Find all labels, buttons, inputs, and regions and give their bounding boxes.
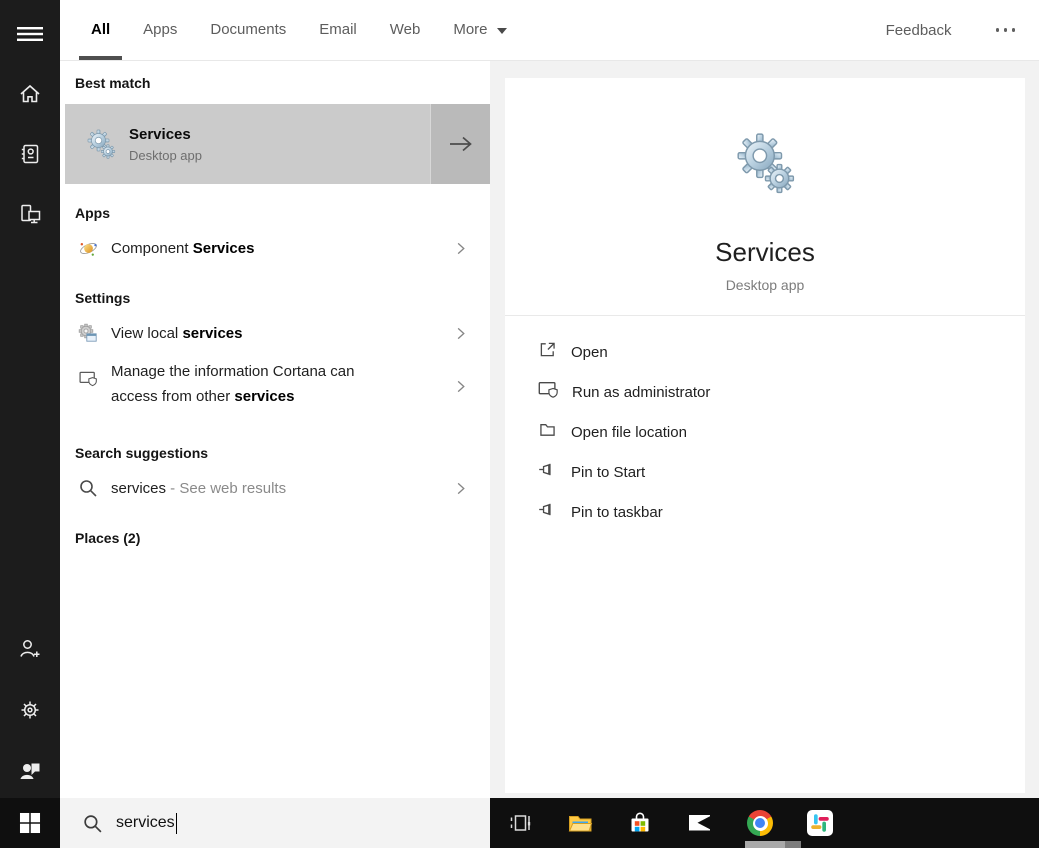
devices-button[interactable] xyxy=(0,190,60,238)
result-label: services - See web results xyxy=(111,480,286,497)
search-icon xyxy=(82,813,103,834)
user-photo-icon xyxy=(17,758,43,784)
expand-preview-button[interactable] xyxy=(430,104,490,184)
text-caret xyxy=(176,813,178,834)
action-label: Open xyxy=(571,344,608,361)
scrollbar-artifact-thumb xyxy=(785,841,801,848)
services-settings-icon xyxy=(78,323,98,343)
best-match-text: Services Desktop app xyxy=(129,126,202,163)
context-actions: Open Run as administrator Open file loca… xyxy=(505,332,1025,532)
folder-icon xyxy=(537,419,558,445)
chrome-icon xyxy=(747,810,773,836)
preview-pane: Services Desktop app Open xyxy=(490,61,1039,798)
search-results-panel: Best match Services Desktop app Apps xyxy=(60,61,490,798)
chevron-right-icon xyxy=(453,481,468,496)
slack-icon xyxy=(807,810,833,836)
action-label: Pin to taskbar xyxy=(571,504,663,521)
services-gears-icon xyxy=(85,128,117,160)
apps-header: Apps xyxy=(75,205,110,221)
gear-icon xyxy=(17,697,43,723)
divider xyxy=(505,315,1025,316)
notebook-button[interactable] xyxy=(0,130,60,178)
preview-hero: Services Desktop app xyxy=(505,78,1025,293)
chevron-right-icon xyxy=(453,241,468,256)
search-input[interactable]: services xyxy=(60,798,490,848)
result-label: Component Services xyxy=(111,240,254,257)
best-match-header: Best match xyxy=(75,75,150,91)
windows-search-flyout: All Apps Documents Email Web More Feedba… xyxy=(0,0,1039,848)
file-explorer-button[interactable] xyxy=(550,798,610,848)
store-button[interactable] xyxy=(610,798,670,848)
store-icon xyxy=(626,809,654,837)
add-account-button[interactable] xyxy=(0,625,60,673)
devices-icon xyxy=(17,201,44,228)
home-button[interactable] xyxy=(0,70,60,118)
arrow-right-icon xyxy=(447,133,475,155)
tab-more-label: More xyxy=(453,21,487,38)
action-run-as-administrator[interactable]: Run as administrator xyxy=(505,372,1025,412)
action-pin-to-start[interactable]: Pin to Start xyxy=(505,452,1025,492)
action-open[interactable]: Open xyxy=(505,332,1025,372)
start-button[interactable] xyxy=(0,798,60,848)
mail-button[interactable] xyxy=(670,798,730,848)
file-explorer-icon xyxy=(566,809,594,837)
search-icon xyxy=(78,478,98,498)
hamburger-icon xyxy=(15,19,45,49)
topbar-right: Feedback xyxy=(886,0,1039,60)
mail-icon xyxy=(686,809,714,837)
tab-email[interactable]: Email xyxy=(319,0,357,60)
result-label: View local services xyxy=(111,325,243,342)
services-gears-icon xyxy=(732,130,798,196)
preview-card: Services Desktop app Open xyxy=(505,78,1025,793)
tab-web[interactable]: Web xyxy=(390,0,421,60)
best-match-subtitle: Desktop app xyxy=(129,148,202,163)
home-icon xyxy=(17,81,43,107)
result-view-local-services[interactable]: View local services xyxy=(60,309,490,357)
search-input-value: services xyxy=(116,814,175,832)
pin-icon xyxy=(537,459,558,485)
hamburger-menu-button[interactable] xyxy=(0,10,60,58)
result-web-suggestion-services[interactable]: services - See web results xyxy=(60,464,490,512)
shield-monitor-icon xyxy=(537,379,559,406)
chevron-down-icon xyxy=(497,28,507,34)
tab-more[interactable]: More xyxy=(453,0,506,60)
result-cortana-manage-info[interactable]: Manage the information Cortana can acces… xyxy=(60,359,490,425)
tab-apps[interactable]: Apps xyxy=(143,0,177,60)
action-open-file-location[interactable]: Open file location xyxy=(505,412,1025,452)
result-component-services[interactable]: Component Services xyxy=(60,224,490,272)
open-icon xyxy=(537,339,558,365)
chevron-right-icon xyxy=(453,326,468,341)
preview-app-title: Services xyxy=(505,237,1025,268)
user-pictures-button[interactable] xyxy=(0,747,60,795)
search-filter-bar: All Apps Documents Email Web More Feedba… xyxy=(60,0,1039,61)
scrollbar-artifact xyxy=(745,841,785,848)
filter-tabs: All Apps Documents Email Web More xyxy=(60,0,540,60)
action-label: Open file location xyxy=(571,424,687,441)
action-label: Run as administrator xyxy=(572,384,710,401)
tab-all[interactable]: All xyxy=(91,0,110,60)
action-label: Pin to Start xyxy=(571,464,645,481)
start-left-rail xyxy=(0,0,60,798)
pin-icon xyxy=(537,499,558,525)
task-view-button[interactable] xyxy=(490,798,550,848)
preview-app-subtitle: Desktop app xyxy=(505,277,1025,293)
component-services-icon xyxy=(78,239,98,258)
tab-documents[interactable]: Documents xyxy=(210,0,286,60)
chevron-right-icon xyxy=(453,379,468,394)
result-label: Manage the information Cortana can acces… xyxy=(111,359,401,409)
best-match-result-services[interactable]: Services Desktop app xyxy=(65,104,490,184)
action-pin-to-taskbar[interactable]: Pin to taskbar xyxy=(505,492,1025,532)
feedback-button[interactable]: Feedback xyxy=(886,22,952,39)
places-header: Places (2) xyxy=(75,530,140,546)
cortana-privacy-icon xyxy=(78,368,98,390)
settings-header: Settings xyxy=(75,290,130,306)
notebook-icon xyxy=(17,141,43,167)
add-user-icon xyxy=(17,636,43,662)
search-suggestions-header: Search suggestions xyxy=(75,445,208,461)
settings-button[interactable] xyxy=(0,686,60,734)
windows-logo-icon xyxy=(19,812,41,834)
best-match-title: Services xyxy=(129,126,202,143)
more-options-button[interactable] xyxy=(990,22,1022,38)
task-view-icon xyxy=(507,810,533,836)
